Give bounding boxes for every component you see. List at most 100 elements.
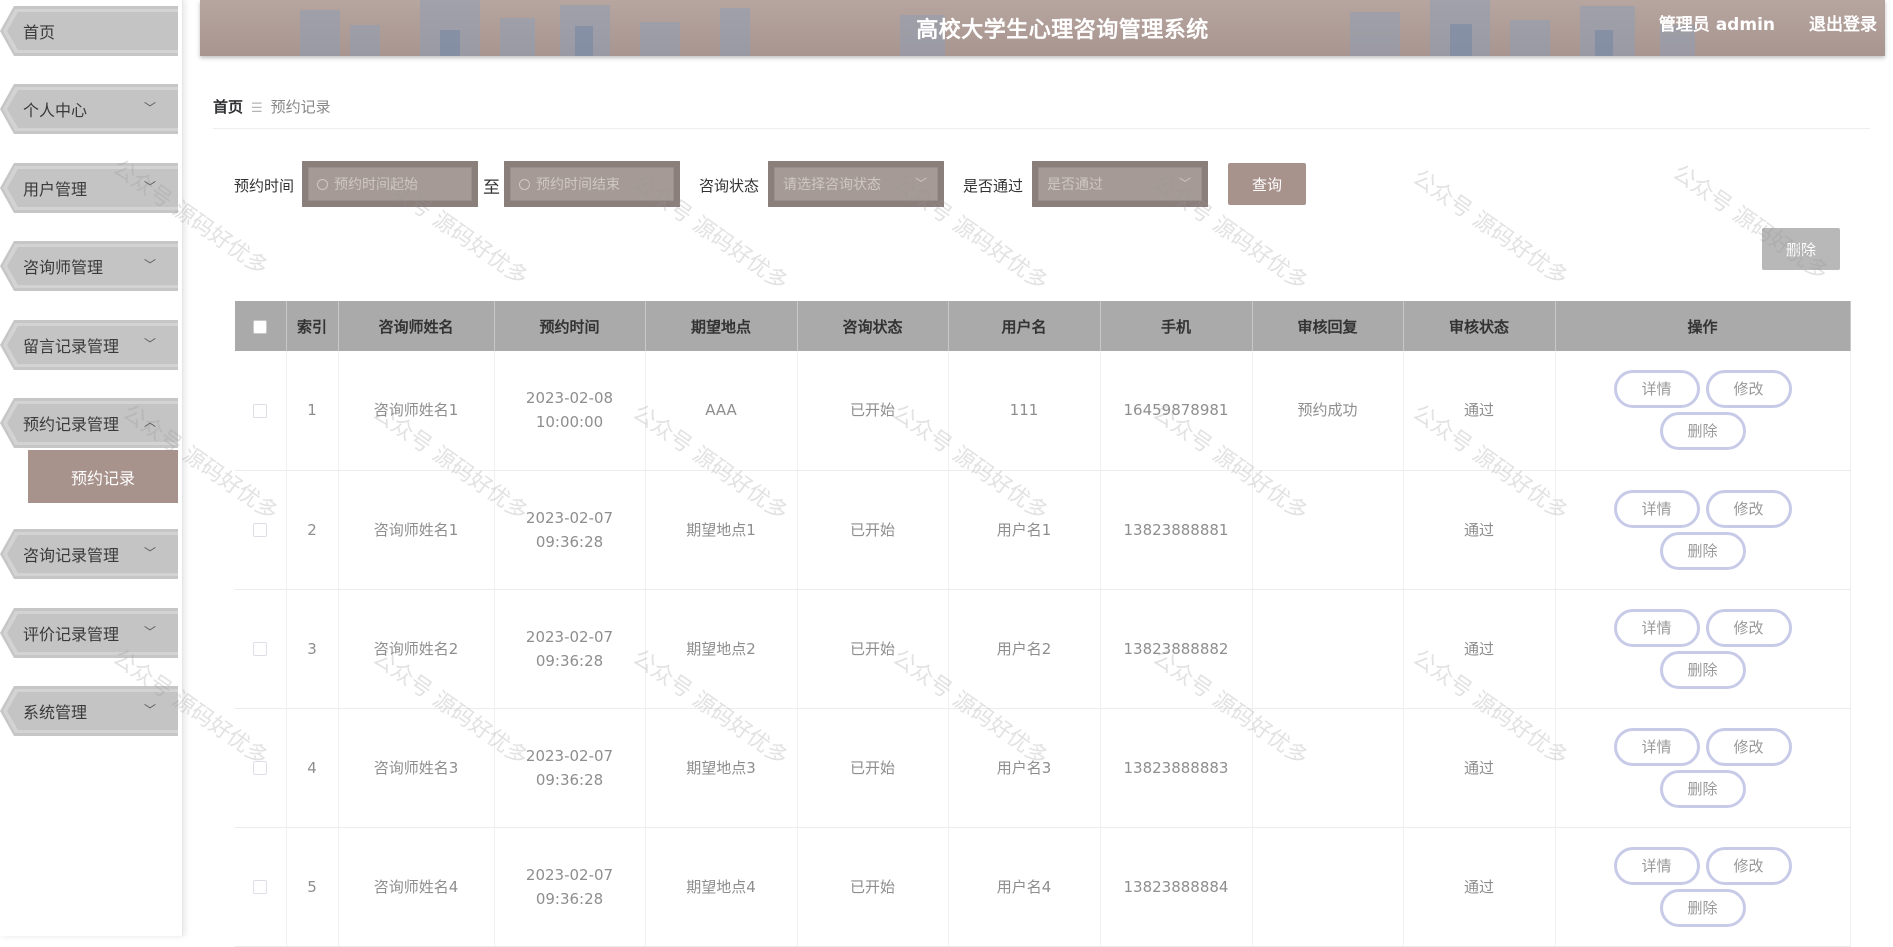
clock-icon [519,178,530,190]
sidebar-item-user-management[interactable]: 用户管理 ﹀ [0,163,178,213]
cell-counselor: 咨询师姓名1 [338,470,495,590]
sidebar-item-appointment-management[interactable]: 预约记录管理 ︿ [0,398,178,448]
column-header: 审核状态 [1403,301,1556,351]
sidebar-item-evaluation-management[interactable]: 评价记录管理 ﹀ [0,608,178,658]
cell-actions: 详情 修改 删除 [1555,708,1851,828]
time-end-input[interactable]: 预约时间结束 [510,167,674,201]
detail-button[interactable]: 详情 [1613,489,1700,528]
query-button[interactable]: 查询 [1228,163,1306,205]
column-header: 预约时间 [494,301,646,351]
row-checkbox[interactable] [253,523,268,537]
edit-button[interactable]: 修改 [1705,608,1792,647]
consult-status-select[interactable]: 请选择咨询状态 ﹀ [768,161,944,207]
range-to-label: 至 [483,178,500,198]
sidebar-item-label: 咨询师管理 [23,258,104,277]
time-start-placeholder: 预约时间起始 [334,177,418,193]
sidebar-item-consultation-management[interactable]: 咨询记录管理 ﹀ [0,529,178,579]
cell-actions: 详情 修改 删除 [1555,470,1851,590]
cell-counselor: 咨询师姓名4 [338,827,495,947]
pass-label: 是否通过 [963,177,1024,195]
delete-button[interactable]: 删除 [1659,412,1746,451]
cell-time: 2023-02-07 09:36:28 [494,589,646,709]
time-start-input[interactable]: 预约时间起始 [308,167,472,201]
sidebar-item-label: 个人中心 [23,101,88,120]
row-checkbox[interactable] [253,642,268,656]
sidebar-item-label: 预约记录管理 [23,415,120,434]
select-all-checkbox[interactable] [253,319,268,334]
row-select-cell [235,708,287,828]
table-body: 1 咨询师姓名1 2023-02-08 10:00:00 AAA 已开始 111… [235,351,1851,947]
column-header: 审核回复 [1252,301,1404,351]
cell-reply [1252,827,1404,947]
chevron-down-icon: ﹀ [143,702,156,717]
cell-username: 用户名2 [948,589,1101,709]
breadcrumb: 首页 ☰ 预约记录 [213,96,331,117]
detail-button[interactable]: 详情 [1613,846,1700,885]
sidebar-item-home[interactable]: 首页 [0,6,178,56]
edit-button[interactable]: 修改 [1705,727,1792,766]
chevron-down-icon: ﹀ [143,100,156,115]
breadcrumb-separator-icon: ☰ [251,101,263,116]
consult-status-label: 咨询状态 [699,177,760,195]
chevron-down-icon: ﹀ [143,624,156,639]
consult-status-input[interactable]: 请选择咨询状态 ﹀ [774,167,938,201]
edit-button[interactable]: 修改 [1705,370,1792,409]
cell-phone: 13823888882 [1100,589,1253,709]
delete-button[interactable]: 删除 [1659,888,1746,927]
time-start-picker[interactable]: 预约时间起始 [302,161,478,207]
cell-counselor: 咨询师姓名3 [338,708,495,828]
sidebar-item-message-management[interactable]: 留言记录管理 ﹀ [0,320,178,370]
consult-status-placeholder: 请选择咨询状态 [783,177,881,193]
cell-place: 期望地点4 [645,827,798,947]
table-row: 4 咨询师姓名3 2023-02-07 09:36:28 期望地点3 已开始 用… [235,708,1851,828]
cell-phone: 13823888881 [1100,470,1253,590]
cell-review: 通过 [1403,470,1556,590]
sidebar-item-personal-center[interactable]: 个人中心 ﹀ [0,84,178,134]
cell-review: 通过 [1403,589,1556,709]
chevron-down-icon: ﹀ [143,545,156,560]
time-end-picker[interactable]: 预约时间结束 [504,161,680,207]
table-row: 1 咨询师姓名1 2023-02-08 10:00:00 AAA 已开始 111… [235,351,1851,471]
cell-username: 111 [948,351,1101,471]
cell-phone: 13823888883 [1100,708,1253,828]
column-header: 用户名 [948,301,1101,351]
cell-place: 期望地点3 [645,708,798,828]
select-all-cell [235,301,287,351]
table-header-row: 索引 咨询师姓名 预约时间 期望地点 咨询状态 用户名 手机 审核回复 审核状态… [235,301,1851,351]
sidebar-subitem-appointment-records[interactable]: 预约记录 [28,450,178,503]
current-user: 管理员 admin [1658,15,1775,35]
column-header: 咨询状态 [797,301,949,351]
detail-button[interactable]: 详情 [1613,727,1700,766]
delete-button[interactable]: 删除 [1659,769,1746,808]
sidebar-item-system-management[interactable]: 系统管理 ﹀ [0,686,178,736]
cell-reply [1252,470,1404,590]
delete-button[interactable]: 删除 [1659,650,1746,689]
row-checkbox[interactable] [253,880,268,894]
app-title: 高校大学生心理咨询管理系统 [916,18,1209,43]
cell-actions: 详情 修改 删除 [1555,351,1851,471]
pass-input[interactable]: 是否通过 ﹀ [1038,167,1202,201]
cell-index: 2 [286,470,339,590]
cell-review: 通过 [1403,827,1556,947]
detail-button[interactable]: 详情 [1613,608,1700,647]
batch-delete-button[interactable]: 删除 [1762,228,1840,270]
row-checkbox[interactable] [253,761,268,775]
pass-select[interactable]: 是否通过 ﹀ [1032,161,1208,207]
sidebar-item-label: 评价记录管理 [23,625,120,644]
sidebar-item-label: 用户管理 [23,180,88,199]
sidebar: 首页 个人中心 ﹀ 用户管理 ﹀ 咨询师管理 ﹀ 留言记录管理 ﹀ 预约记录管理… [0,0,183,936]
sidebar-item-counselor-management[interactable]: 咨询师管理 ﹀ [0,241,178,291]
breadcrumb-home[interactable]: 首页 [213,98,243,116]
cell-index: 1 [286,351,339,471]
row-checkbox[interactable] [253,403,268,418]
table-row: 3 咨询师姓名2 2023-02-07 09:36:28 期望地点2 已开始 用… [235,589,1851,709]
cell-username: 用户名1 [948,470,1101,590]
column-header: 操作 [1555,301,1851,351]
edit-button[interactable]: 修改 [1705,489,1792,528]
divider [213,128,1870,129]
delete-button[interactable]: 删除 [1659,531,1746,570]
detail-button[interactable]: 详情 [1613,370,1700,409]
table-row: 2 咨询师姓名1 2023-02-07 09:36:28 期望地点1 已开始 用… [235,470,1851,590]
logout-button[interactable]: 退出登录 [1809,10,1877,35]
edit-button[interactable]: 修改 [1705,846,1792,885]
